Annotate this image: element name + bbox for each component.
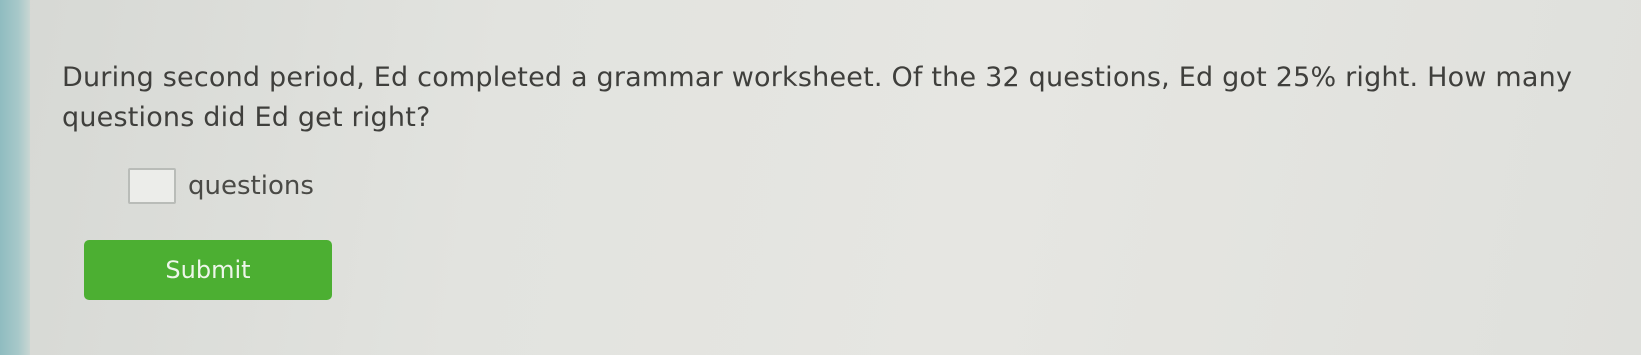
left-edge-strip <box>0 0 30 355</box>
question-text: During second period, Ed completed a gra… <box>62 62 1573 133</box>
answer-unit-label: questions <box>188 171 314 201</box>
question-container: During second period, Ed completed a gra… <box>62 58 1602 138</box>
submit-button[interactable]: Submit <box>84 240 332 300</box>
answer-row: questions <box>128 168 314 204</box>
answer-input[interactable] <box>128 168 176 204</box>
